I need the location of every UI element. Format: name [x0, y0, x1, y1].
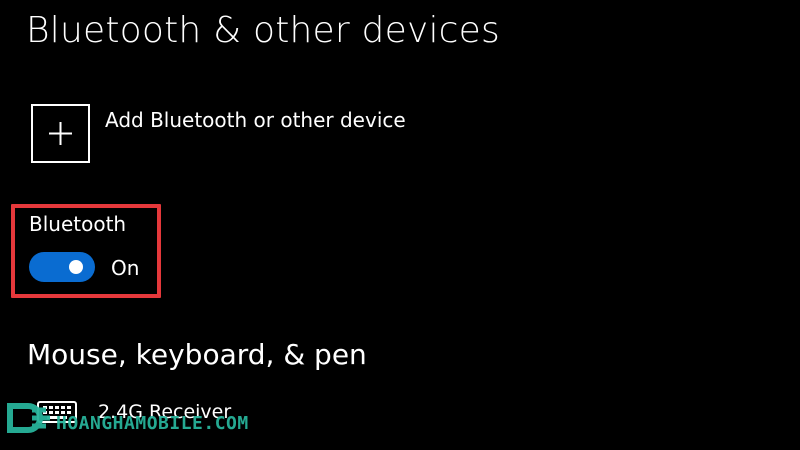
toggle-knob: [69, 260, 83, 274]
plus-icon: [49, 122, 72, 145]
watermark: HOANGHAMOBILE.COM: [6, 400, 249, 438]
watermark-text: HOANGHAMOBILE.COM: [56, 412, 249, 434]
section-title: Mouse, keyboard, & pen: [27, 338, 367, 371]
page-title: Bluetooth & other devices: [26, 10, 500, 51]
add-device-button[interactable]: Add Bluetooth or other device: [31, 104, 406, 163]
bluetooth-label: Bluetooth: [29, 212, 127, 236]
settings-page: Bluetooth & other devices Add Bluetooth …: [0, 0, 800, 450]
bluetooth-toggle-state: On: [111, 256, 140, 280]
bluetooth-toggle[interactable]: [29, 252, 95, 282]
watermark-logo-icon: [7, 403, 50, 433]
add-device-tile[interactable]: [31, 104, 90, 163]
add-device-label[interactable]: Add Bluetooth or other device: [105, 108, 406, 132]
